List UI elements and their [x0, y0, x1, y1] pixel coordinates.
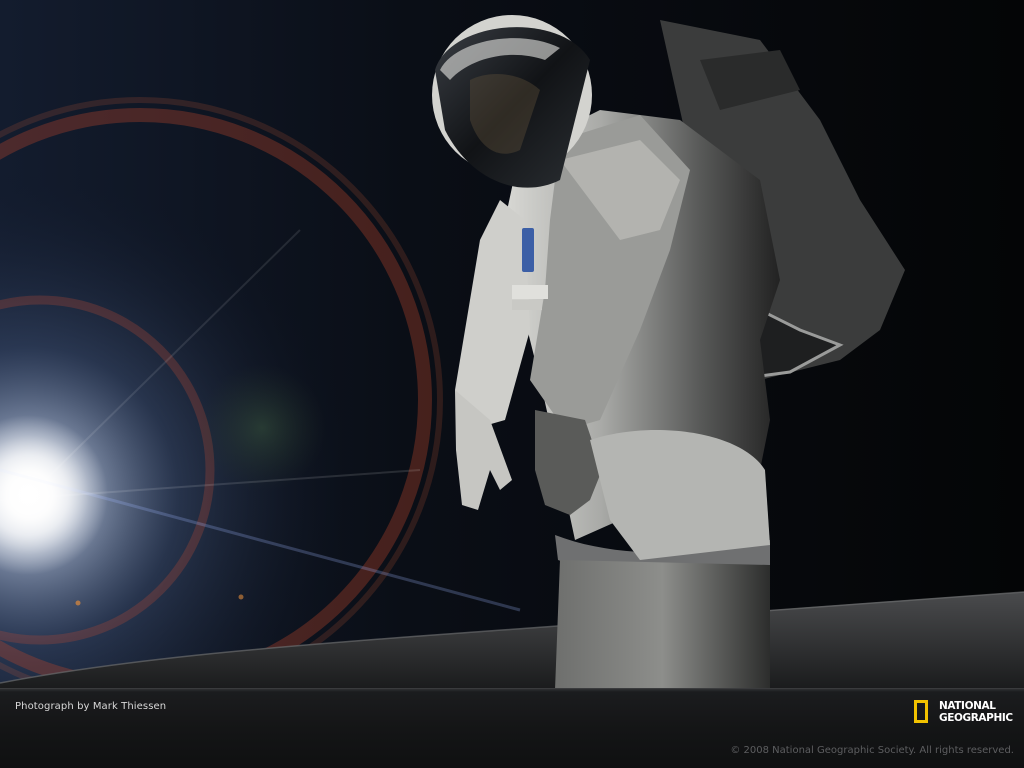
copyright-notice: © 2008 National Geographic Society. All … [730, 745, 1014, 756]
caption-bar: Photograph by Mark Thiessen NATIONAL GEO… [0, 688, 1024, 768]
yellow-border-icon [914, 700, 928, 723]
logo-text-line2: GEOGRAPHIC [939, 712, 1013, 724]
photo-credit: Photograph by Mark Thiessen [15, 701, 167, 712]
astronaut-photograph [0, 0, 1024, 690]
national-geographic-logo: NATIONAL GEOGRAPHIC [914, 699, 1014, 729]
logo-text-line1: NATIONAL [939, 700, 996, 712]
wallpaper-frame: Photograph by Mark Thiessen NATIONAL GEO… [0, 0, 1024, 768]
